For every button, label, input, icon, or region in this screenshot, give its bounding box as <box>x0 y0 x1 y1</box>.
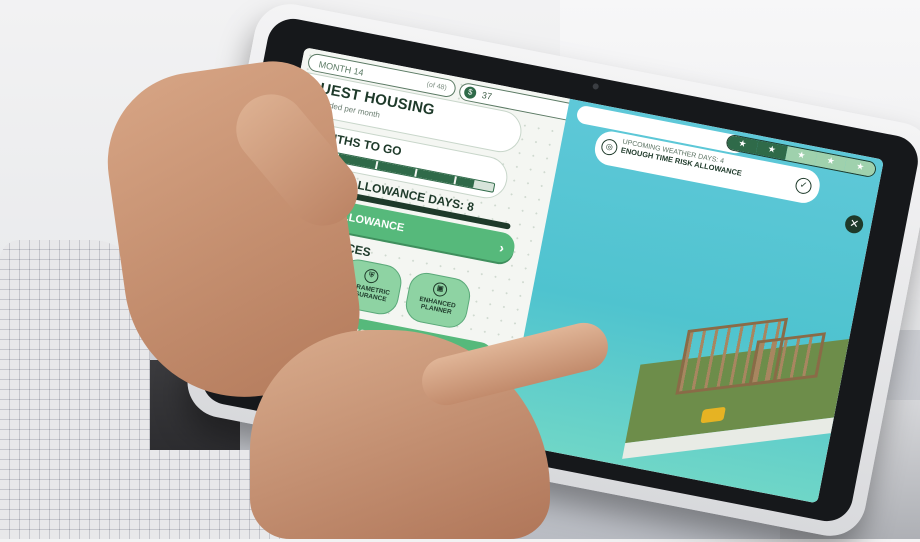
service-label: ENHANCED PLANNER <box>418 295 457 317</box>
progress-divider <box>374 160 378 170</box>
planner-icon: ▣ <box>431 281 449 298</box>
month-of-total: (of 48) <box>426 81 448 92</box>
shield-icon: ⛨ <box>363 267 380 285</box>
coin-icon: $ <box>463 85 478 100</box>
coin-value: 37 <box>481 89 493 102</box>
chevron-right-icon: › <box>498 239 506 256</box>
background-window <box>560 0 920 300</box>
progress-divider <box>414 168 418 177</box>
service-enhanced-planner[interactable]: ▣ ENHANCED PLANNER <box>402 269 474 331</box>
progress-divider <box>453 176 457 185</box>
month-indicator: MONTH 14 (of 48) <box>306 52 458 99</box>
background-shelf <box>780 400 920 539</box>
month-label: MONTH 14 <box>317 59 365 78</box>
